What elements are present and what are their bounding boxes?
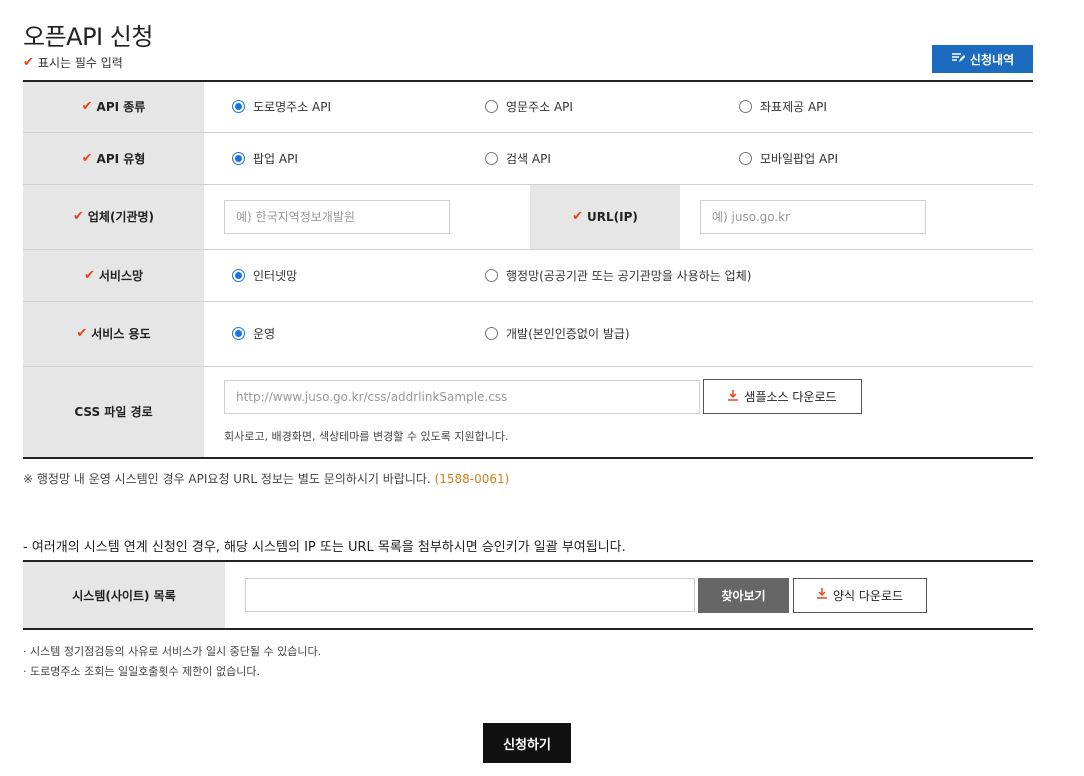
check-icon: ✔ <box>23 55 34 70</box>
sample-source-download-button[interactable]: 샘플소스 다운로드 <box>703 379 862 415</box>
css-help-text: 회사로고, 배경화면, 색상테마를 변경할 수 있도록 지원합니다. <box>224 430 509 444</box>
url-label-cell: ✔ URL(IP) <box>530 184 680 250</box>
api-type-label-cell: ✔ API 종류 <box>23 81 204 133</box>
download-icon <box>728 389 739 404</box>
api-type-label: API 종류 <box>96 100 146 115</box>
radio-usage-development[interactable]: 개발(본인인증없이 발급) <box>485 325 630 342</box>
network-label: 서비스망 <box>98 268 144 283</box>
company-label-cell: ✔ 업체(기관명) <box>23 184 204 250</box>
usage-label-cell: ✔ 서비스 용도 <box>23 301 204 367</box>
usage-label: 서비스 용도 <box>91 327 151 341</box>
radio-selected-icon[interactable] <box>232 268 245 282</box>
radio-selected-icon[interactable] <box>232 100 245 114</box>
contact-phone: (1588-0061) <box>434 472 510 486</box>
multi-system-note: - 여러개의 시스템 연계 신청인 경우, 해당 시스템의 IP 또는 URL … <box>23 540 626 555</box>
url-input[interactable]: 예) juso.go.kr <box>700 199 926 234</box>
download-icon <box>816 588 827 602</box>
required-note-text: 표시는 필수 입력 <box>37 56 123 70</box>
radio-usage-operation[interactable]: 운영 <box>232 325 485 342</box>
application-history-button[interactable]: 신청내역 <box>932 45 1033 73</box>
check-icon: ✔ <box>81 99 93 115</box>
list-item: · 시스템 정기점검등의 사유로 서비스가 일시 중단될 수 있습니다. <box>23 645 322 658</box>
css-path-label-cell: CSS 파일 경로 <box>23 366 204 458</box>
radio-unselected-icon[interactable] <box>485 151 498 165</box>
radio-unselected-icon[interactable] <box>485 327 498 340</box>
company-label: 업체(기관명) <box>87 210 155 224</box>
system-list-file-input[interactable] <box>245 578 695 612</box>
url-label: URL(IP) <box>587 209 638 224</box>
radio-admin-network[interactable]: 행정망(공공기관 또는 공기관망을 사용하는 업체) <box>485 267 751 284</box>
radio-internet-network[interactable]: 인터넷망 <box>232 267 485 284</box>
check-icon: ✔ <box>572 209 584 224</box>
form-download-button[interactable]: 양식 다운로드 <box>793 577 927 613</box>
info-bullets: · 시스템 정기점검등의 사유로 서비스가 일시 중단될 수 있습니다. · 도… <box>23 642 321 682</box>
radio-selected-icon[interactable] <box>232 327 245 340</box>
browse-button[interactable]: 찾아보기 <box>698 577 789 613</box>
system-list-table: 시스템(사이트) 목록 찾아보기 양식 다운로드 <box>23 560 1033 630</box>
list-item: · 도로명주소 조회는 일일호출횟수 제한이 없습니다. <box>23 665 261 678</box>
css-path-input[interactable]: http://www.juso.go.kr/css/addrlinkSample… <box>224 379 700 414</box>
radio-unselected-icon[interactable] <box>485 268 498 282</box>
api-kind-label-cell: ✔ API 유형 <box>23 132 204 185</box>
check-icon: ✔ <box>76 326 88 341</box>
network-label-cell: ✔ 서비스망 <box>23 249 204 302</box>
api-application-form: ✔ API 종류 도로명주소 API 영문주소 API 좌표제공 API ✔ API… <box>23 80 1033 459</box>
radio-popup-api[interactable]: 팝업 API <box>232 150 485 167</box>
admin-network-notice: ※ 행정망 내 운영 시스템인 경우 API요청 URL 정보는 별도 문의하시… <box>23 472 510 486</box>
check-icon: ✔ <box>83 267 95 283</box>
radio-mobile-popup-api[interactable]: 모바일팝업 API <box>739 150 838 167</box>
company-name-input[interactable]: 예) 한국지역정보개발원 <box>224 199 450 234</box>
radio-coordinate-api[interactable]: 좌표제공 API <box>739 98 827 115</box>
radio-selected-icon[interactable] <box>232 151 245 165</box>
edit-list-icon <box>951 52 966 67</box>
check-icon: ✔ <box>72 209 84 224</box>
history-button-label: 신청내역 <box>969 52 1015 67</box>
system-list-label: 시스템(사이트) 목록 <box>72 588 176 603</box>
page-title: 오픈API 신청 <box>23 23 153 51</box>
check-icon: ✔ <box>81 150 93 166</box>
radio-unselected-icon[interactable] <box>739 151 752 165</box>
submit-button[interactable]: 신청하기 <box>483 723 571 763</box>
api-kind-label: API 유형 <box>96 151 146 166</box>
radio-road-address-api[interactable]: 도로명주소 API <box>232 98 485 115</box>
radio-search-api[interactable]: 검색 API <box>485 150 739 167</box>
css-path-label: CSS 파일 경로 <box>74 405 153 420</box>
radio-unselected-icon[interactable] <box>485 100 498 114</box>
required-note: ✔ 표시는 필수 입력 <box>23 54 123 71</box>
radio-english-address-api[interactable]: 영문주소 API <box>485 98 739 115</box>
system-list-label-cell: 시스템(사이트) 목록 <box>23 561 225 629</box>
radio-unselected-icon[interactable] <box>739 100 752 114</box>
